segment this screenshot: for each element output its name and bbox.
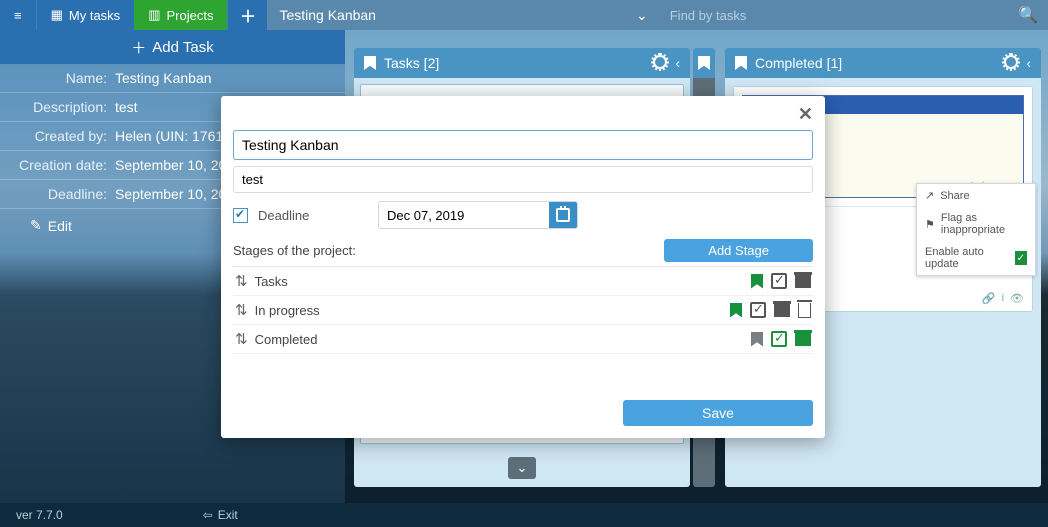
column-expand-down-button[interactable]: ⌄ [508, 457, 536, 479]
footer: ver 7.7.0 ⇦ Exit [0, 503, 1048, 527]
column-collapse-button[interactable]: ‹ [675, 55, 680, 72]
stages-header: Stages of the project: Add Stage [233, 239, 813, 267]
meta-name: Name: Testing Kanban [0, 64, 345, 93]
bookmark-icon [698, 56, 710, 70]
add-task-button[interactable]: ＋ Add Task [0, 30, 345, 64]
link-icon[interactable]: 🔗 [982, 292, 996, 305]
stage-row-tasks: ⇅ Tasks [233, 267, 813, 296]
project-selector[interactable]: Testing Kanban ⌄ [267, 0, 659, 30]
project-title-input[interactable] [233, 130, 813, 160]
search-box: 🔍 [660, 0, 1048, 30]
exit-icon: ⇦ [203, 508, 213, 522]
project-selected-label: Testing Kanban [279, 7, 376, 23]
deadline-date-picker [378, 201, 578, 229]
ctx-auto-update[interactable]: Enable auto update ✓ [917, 241, 1035, 275]
stage-row-in-progress: ⇅ In progress [233, 296, 813, 325]
stage-row-completed: ⇅ Completed [233, 325, 813, 354]
project-description-input[interactable] [233, 166, 813, 193]
my-tasks-button[interactable]: ▦ My tasks [36, 0, 135, 30]
check-icon[interactable] [750, 302, 766, 318]
deadline-label: Deadline [258, 208, 368, 223]
created-by-label: Created by: [10, 128, 115, 144]
exit-button[interactable]: ⇦ Exit [203, 508, 238, 522]
add-task-label: Add Task [152, 39, 213, 56]
add-button[interactable]: ＋ [227, 0, 267, 30]
grid-icon: ▦ [51, 7, 63, 23]
archive-icon[interactable] [774, 304, 790, 317]
bookmark-icon[interactable] [730, 303, 742, 318]
creation-date-label: Creation date: [10, 157, 115, 173]
ctx-share-label: Share [940, 190, 969, 202]
tasks-header-label: Tasks [2] [384, 55, 439, 71]
stage-name[interactable]: In progress [255, 303, 320, 318]
version-label: ver 7.7.0 [16, 508, 63, 522]
deadline-checkbox[interactable] [233, 208, 248, 223]
stages-label: Stages of the project: [233, 243, 356, 258]
drag-handle-icon[interactable]: ⇅ [235, 301, 245, 319]
projects-icon: ▥ [148, 7, 160, 23]
drag-handle-icon[interactable]: ⇅ [235, 272, 245, 290]
archive-icon[interactable] [795, 333, 811, 346]
completed-header-label: Completed [1] [755, 55, 842, 71]
topbar: ≡ ▦ My tasks ▥ Projects ＋ Testing Kanban… [0, 0, 1048, 30]
projects-button[interactable]: ▥ Projects [134, 0, 227, 30]
column-settings-button[interactable] [653, 55, 667, 72]
name-value: Testing Kanban [115, 70, 335, 86]
share-icon: ↗ [925, 189, 934, 202]
eye-icon[interactable]: 👁 [1010, 292, 1024, 305]
pencil-icon: ✎ [30, 217, 42, 234]
calendar-icon [556, 208, 570, 222]
gear-icon [653, 55, 667, 69]
column-settings-button[interactable] [1004, 55, 1018, 72]
deadline-date-input[interactable] [379, 204, 549, 227]
bookmark-icon [735, 56, 747, 70]
close-button[interactable]: ✕ [798, 104, 813, 125]
trash-icon[interactable] [798, 303, 811, 318]
drag-handle-icon[interactable]: ⇅ [235, 330, 245, 348]
description-label: Description: [10, 99, 115, 115]
menu-button[interactable]: ≡ [0, 0, 36, 30]
projects-label: Projects [166, 8, 213, 23]
ctx-flag[interactable]: ⚑ Flag as inappropriate [917, 207, 1035, 241]
column-collapse-button[interactable]: ‹ [1026, 55, 1031, 72]
check-icon[interactable] [771, 273, 787, 289]
check-icon: ✓ [1015, 251, 1027, 265]
deadline-row: Deadline [233, 201, 813, 229]
add-stage-button[interactable]: Add Stage [664, 239, 813, 262]
stage-name[interactable]: Tasks [255, 274, 288, 289]
card-context-menu: ↗ Share ⚑ Flag as inappropriate Enable aut… [916, 183, 1036, 276]
column-header-tasks: Tasks [2] ‹ [354, 48, 690, 78]
chevron-down-icon: ⌄ [636, 7, 648, 24]
column-header-collapsed[interactable] [693, 48, 715, 78]
name-label: Name: [10, 70, 115, 86]
gear-icon [1004, 55, 1018, 69]
exit-label: Exit [218, 508, 238, 522]
archive-icon[interactable] [795, 275, 811, 288]
edit-project-modal: ✕ Deadline Stages of the project: Add St… [221, 96, 825, 438]
ctx-share[interactable]: ↗ Share [917, 184, 1035, 207]
check-icon[interactable] [771, 331, 787, 347]
info-icon[interactable]: i [1002, 292, 1004, 305]
bookmark-icon[interactable] [751, 274, 763, 289]
calendar-button[interactable] [549, 202, 577, 228]
bookmark-icon [364, 56, 376, 70]
ctx-auto-label: Enable auto update [925, 246, 1009, 270]
search-icon[interactable]: 🔍 [1018, 5, 1038, 25]
flag-icon: ⚑ [925, 218, 935, 231]
stage-name[interactable]: Completed [255, 332, 318, 347]
plus-icon: ＋ [240, 3, 256, 27]
plus-icon: ＋ [131, 37, 146, 58]
search-input[interactable] [670, 8, 1018, 23]
deadline-label: Deadline: [10, 186, 115, 202]
menu-icon: ≡ [14, 8, 22, 23]
column-header-completed: Completed [1] ‹ [725, 48, 1041, 78]
edit-label: Edit [48, 218, 72, 234]
save-button[interactable]: Save [623, 400, 813, 426]
my-tasks-label: My tasks [69, 8, 120, 23]
bookmark-icon[interactable] [751, 332, 763, 347]
ctx-flag-label: Flag as inappropriate [941, 212, 1027, 236]
